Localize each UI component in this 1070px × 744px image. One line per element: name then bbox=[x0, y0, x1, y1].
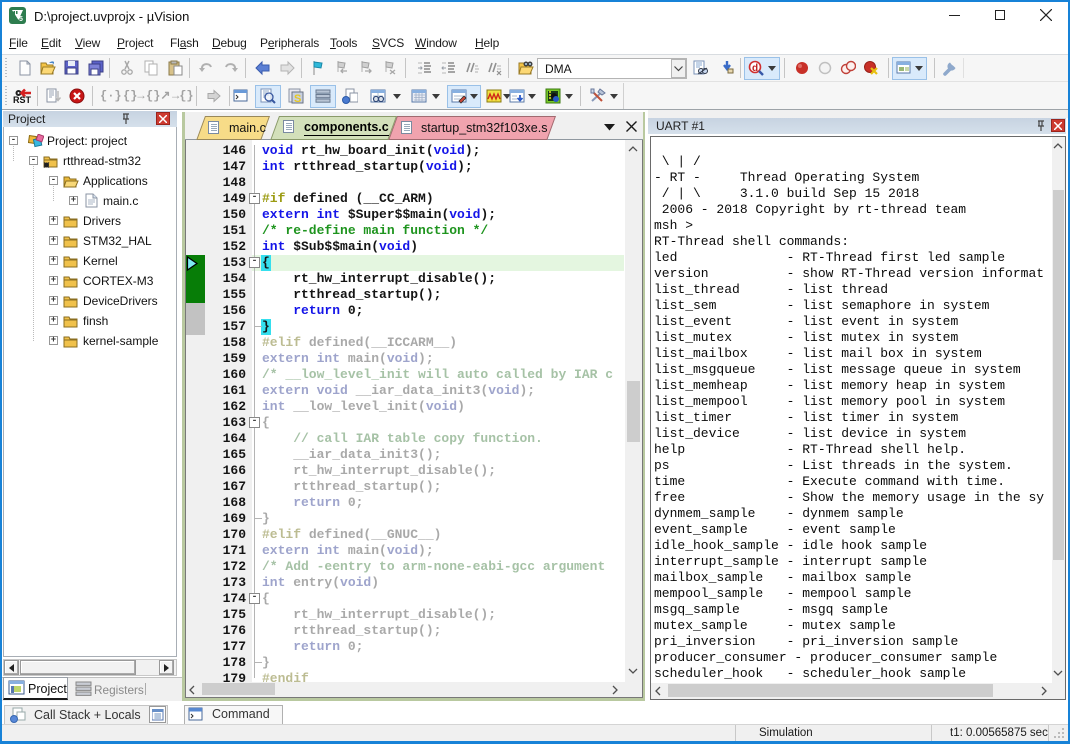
svg-text:S: S bbox=[294, 93, 301, 104]
svg-text:5: 5 bbox=[19, 16, 23, 23]
svg-text:d: d bbox=[752, 63, 758, 74]
